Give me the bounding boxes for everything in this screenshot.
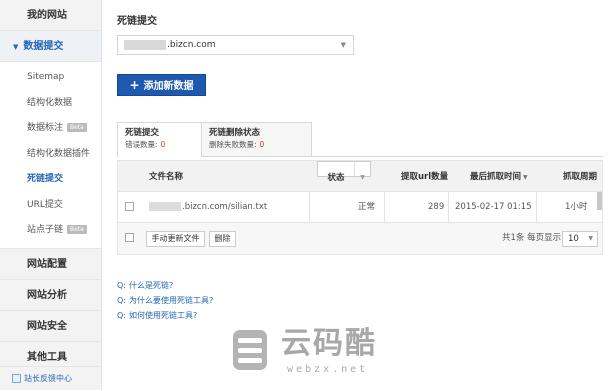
sidebar-item-label: 数据标注 (27, 123, 64, 133)
status-filter-dropdown[interactable]: 状态 ▼ (317, 161, 371, 183)
feedback-center-link[interactable]: 站长反馈中心 (0, 366, 101, 390)
row-status: 正常 (358, 202, 376, 212)
table-footer: 手动更新文件 删除 共1条 每页显示: 10 ▼ (117, 223, 603, 255)
watermark: 云码酷 webzx.net (229, 326, 389, 382)
tab-dead-link-submit[interactable]: 死链提交 错误数量: 0 (117, 122, 202, 158)
site-select[interactable]: .bizcn.com ▼ (117, 35, 354, 55)
table-row: .bizcn.com/silian.txt 正常 289 2015-02-17 … (117, 192, 603, 223)
feedback-icon (12, 374, 21, 383)
sidebar-item-url-submit[interactable]: URL提交 (0, 192, 101, 218)
col-crawl-period: 抓取周期 (563, 172, 598, 182)
beta-badge: Beta (67, 225, 87, 234)
sidebar-item-dead-link[interactable]: 死链提交 (0, 167, 101, 193)
sidebar-item-sitelinks[interactable]: 站点子链 Beta (0, 218, 101, 244)
row-scroll-handle[interactable] (597, 192, 602, 210)
sidebar-group-site-security[interactable]: 网站安全 (0, 310, 101, 342)
error-count: 0 (160, 140, 166, 149)
select-all-checkbox[interactable] (125, 233, 134, 242)
watermark-subtext: webzx.net (287, 364, 369, 375)
tab-title: 死链删除状态 (209, 128, 261, 138)
chevron-down-icon: ▼ (588, 235, 593, 242)
add-button-label: 添加新数据 (143, 81, 194, 92)
manual-update-button[interactable]: 手动更新文件 (146, 231, 205, 247)
sidebar-submenu: Sitemap 结构化数据 数据标注 Beta 结构化数据插件 死链提交 URL提… (0, 62, 101, 249)
redacted-domain (124, 39, 166, 50)
add-new-data-button[interactable]: + 添加新数据 (117, 74, 206, 96)
sidebar-group-site-analysis[interactable]: 网站分析 (0, 279, 101, 311)
page-size-value: 10 (568, 234, 579, 244)
sidebar-item-label: 站点子链 (27, 225, 64, 235)
redacted-domain (149, 202, 181, 211)
sidebar: 我的网站 ▼ 数据提交 Sitemap 结构化数据 数据标注 Beta 结构化数据插… (0, 0, 102, 390)
table-header: 文件名称 状态 ▼ 提取url数量 最后抓取时间 ▼ 抓取周期 (117, 160, 603, 192)
sidebar-group-label: 数据提交 (23, 41, 64, 52)
beta-badge: Beta (67, 123, 87, 132)
column-divider (536, 192, 537, 222)
column-divider (384, 192, 385, 222)
tab-dead-link-delete-status[interactable]: 死链删除状态 删除失败数量: 0 (201, 122, 312, 157)
sort-down-icon: ▼ (523, 174, 528, 181)
sidebar-item-sitemap[interactable]: Sitemap (0, 65, 101, 91)
col-url-count: 提取url数量 (401, 172, 449, 182)
site-select-value: .bizcn.com (167, 40, 216, 50)
delete-button[interactable]: 删除 (209, 231, 236, 247)
column-divider (448, 192, 449, 222)
faq-links: Q: 什么是死链? Q: 为什么要使用死链工具? Q: 如何使用死链工具? (117, 278, 213, 323)
dead-link-table: 文件名称 状态 ▼ 提取url数量 最后抓取时间 ▼ 抓取周期 .bizcn.com… (117, 160, 603, 255)
faq-link-why-use-tool[interactable]: Q: 为什么要使用死链工具? (117, 293, 213, 308)
row-url-count: 289 (428, 202, 445, 212)
caret-down-icon: ▼ (13, 43, 19, 51)
sidebar-item-data-annotation[interactable]: 数据标注 Beta (0, 116, 101, 142)
sidebar-group-data-submit[interactable]: ▼ 数据提交 (0, 31, 101, 62)
row-crawl-period: 1小时 (565, 202, 588, 212)
feedback-label: 站长反馈中心 (24, 374, 72, 383)
sidebar-item-structured-plugin[interactable]: 结构化数据插件 (0, 141, 101, 167)
tab-title: 死链提交 (125, 128, 160, 138)
page-title: 死链提交 (117, 16, 157, 27)
faq-link-how-to-use[interactable]: Q: 如何使用死链工具? (117, 308, 213, 323)
faq-link-what-is-dead-link[interactable]: Q: 什么是死链? (117, 278, 213, 293)
tabs: 死链提交 错误数量: 0 死链删除状态 删除失败数量: 0 (117, 122, 603, 158)
tab-count: 删除失败数量: 0 (209, 140, 265, 149)
row-last-crawl: 2015-02-17 01:15 (455, 202, 532, 212)
sidebar-group-site-config[interactable]: 网站配置 (0, 248, 101, 280)
row-file-name: .bizcn.com/silian.txt (149, 192, 267, 222)
watermark-logo-icon (233, 330, 267, 370)
watermark-text: 云码酷 (281, 326, 377, 361)
pager-text: 共1条 每页显示: (502, 233, 564, 243)
page-size-select[interactable]: 10 ▼ (562, 231, 598, 247)
delete-fail-count: 0 (259, 140, 265, 149)
col-file-name: 文件名称 (149, 172, 184, 182)
chevron-down-icon: ▼ (354, 162, 370, 181)
col-last-crawl[interactable]: 最后抓取时间 ▼ (470, 161, 528, 194)
row-checkbox[interactable] (125, 202, 134, 211)
chevron-down-icon: ▼ (340, 41, 346, 49)
status-filter-label: 状态 (327, 173, 345, 183)
column-divider (309, 192, 310, 222)
tab-count: 错误数量: 0 (125, 140, 166, 149)
sidebar-item-structured-data[interactable]: 结构化数据 (0, 90, 101, 116)
row-checkbox-wrap (125, 192, 134, 222)
plus-icon: + (129, 78, 140, 92)
select-all-wrap (125, 223, 134, 254)
sidebar-group-my-sites[interactable]: 我的网站 (0, 0, 101, 31)
